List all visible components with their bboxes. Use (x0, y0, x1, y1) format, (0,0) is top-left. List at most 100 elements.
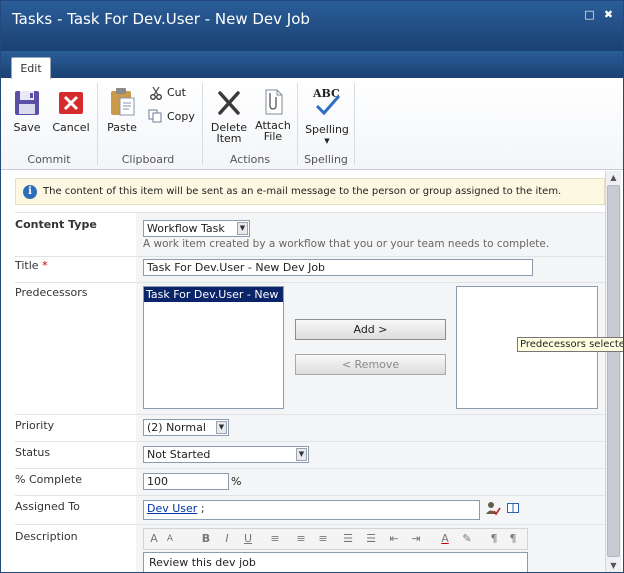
copy-icon (148, 109, 162, 123)
predecessors-available-list[interactable]: Task For Dev.User - New Dev Job (143, 286, 284, 409)
predecessors-tooltip: Predecessors selected values (517, 337, 623, 352)
attach-file-icon (265, 89, 283, 115)
align-left-icon[interactable]: ≡ (268, 532, 282, 546)
vertical-scrollbar[interactable]: ▲ ▼ (605, 171, 621, 572)
status-select[interactable]: Not Started ▼ (143, 446, 309, 463)
info-icon: i (23, 185, 37, 199)
row-divider (15, 468, 605, 469)
font-size-icon[interactable]: A (147, 532, 161, 546)
ribbon-tab-strip (1, 51, 623, 78)
chevron-down-icon: ▼ (296, 448, 307, 461)
row-divider (15, 256, 605, 257)
info-bar: i The content of this item will be sent … (15, 178, 605, 205)
assigned-separator: ; (197, 502, 205, 515)
numbered-list-icon[interactable]: ☰ (341, 532, 355, 546)
close-icon[interactable]: ✖ (602, 8, 615, 21)
remove-predecessor-button[interactable]: < Remove (295, 354, 446, 375)
assigned-user-link[interactable]: Dev User (147, 502, 197, 515)
indent-icon[interactable]: ⇥ (409, 532, 423, 546)
align-center-icon[interactable]: ≡ (294, 532, 308, 546)
content-type-select[interactable]: Workflow Task ▼ (143, 220, 250, 237)
tab-edit[interactable]: Edit (11, 57, 51, 80)
chevron-down-icon: ▼ (237, 222, 248, 235)
priority-select[interactable]: (2) Normal ▼ (143, 419, 229, 436)
row-divider (15, 495, 605, 496)
text-color-icon[interactable]: A (438, 532, 452, 546)
list-item[interactable]: Task For Dev.User - New Dev Job (144, 287, 283, 302)
scroll-up-icon[interactable]: ▲ (606, 171, 621, 185)
attach-file-button[interactable]: Attach File (253, 87, 293, 145)
cut-label: Cut (167, 86, 186, 99)
rtl-icon[interactable]: ¶ (506, 532, 520, 546)
title-label-text: Title (15, 259, 39, 272)
percent-unit: % (231, 475, 242, 488)
description-editor[interactable]: Review this dev job (143, 552, 528, 572)
priority-value: (2) Normal (147, 421, 206, 434)
row-divider (15, 282, 605, 283)
align-right-icon[interactable]: ≡ (316, 532, 330, 546)
copy-label: Copy (167, 110, 195, 123)
predecessors-label: Predecessors (15, 286, 88, 299)
scrollbar-thumb[interactable] (607, 185, 620, 557)
chevron-down-icon: ▼ (324, 137, 330, 145)
status-value: Not Started (147, 448, 211, 461)
content-type-description: A work item created by a workflow that y… (143, 238, 550, 250)
maximize-icon[interactable]: □ (583, 8, 596, 21)
status-label: Status (15, 446, 51, 459)
spelling-group-label: Spelling (304, 153, 348, 166)
save-icon (15, 91, 39, 115)
cancel-button[interactable]: Cancel (52, 89, 90, 139)
cancel-icon (59, 92, 83, 114)
scroll-down-icon[interactable]: ▼ (606, 560, 621, 572)
spelling-icon: ABC (311, 87, 343, 117)
highlight-icon[interactable]: ✎ (460, 532, 474, 546)
outdent-icon[interactable]: ⇤ (387, 532, 401, 546)
rich-text-toolbar: A A B I U ≡ ≡ ≡ ☰ ☰ ⇤ ⇥ A ✎ ¶ ¶ (143, 528, 528, 550)
row-divider (15, 441, 605, 442)
commit-group-label: Commit (27, 153, 71, 166)
underline-icon[interactable]: U (241, 532, 255, 546)
required-mark: * (42, 259, 48, 272)
row-divider (15, 212, 605, 213)
add-predecessor-button[interactable]: Add > (295, 319, 446, 340)
italic-icon[interactable]: I (220, 532, 234, 546)
group-divider (354, 83, 355, 165)
title-input[interactable]: Task For Dev.User - New Dev Job (143, 259, 533, 276)
save-button[interactable]: Save (9, 89, 45, 139)
priority-label: Priority (15, 419, 55, 432)
copy-button[interactable]: Copy (147, 109, 197, 125)
delete-label-line2: Item (216, 132, 242, 145)
bulleted-list-icon[interactable]: ☰ (364, 532, 378, 546)
delete-icon (218, 91, 240, 115)
font-size-small-icon[interactable]: A (163, 532, 177, 546)
paste-button[interactable]: Paste (104, 87, 140, 139)
scissors-icon (150, 86, 162, 100)
spelling-button[interactable]: ABC Spelling ▼ (303, 87, 351, 147)
content-type-label: Content Type (15, 218, 97, 231)
percent-complete-label: % Complete (15, 473, 82, 486)
cut-button[interactable]: Cut (147, 86, 193, 102)
save-label: Save (13, 121, 41, 134)
bold-icon[interactable]: B (199, 532, 213, 546)
dialog-title: Tasks - Task For Dev.User - New Dev Job (12, 10, 310, 28)
address-book-icon[interactable] (505, 500, 521, 516)
dialog-window: Tasks - Task For Dev.User - New Dev Job … (0, 0, 624, 573)
row-divider (15, 524, 605, 525)
spelling-label: Spelling (305, 123, 349, 136)
attach-label-line2: File (263, 130, 283, 143)
actions-group-label: Actions (229, 153, 271, 166)
checkmark-icon (315, 95, 341, 116)
assigned-to-label: Assigned To (15, 500, 80, 513)
info-message: The content of this item will be sent as… (43, 186, 562, 197)
assigned-to-people-picker[interactable]: Dev User ; (143, 500, 480, 520)
paste-label: Paste (107, 121, 137, 134)
delete-item-button[interactable]: Delete Item (208, 89, 250, 145)
paste-icon (111, 88, 135, 116)
title-bar: Tasks - Task For Dev.User - New Dev Job … (1, 1, 623, 51)
description-label: Description (15, 530, 78, 543)
row-divider (15, 414, 605, 415)
ltr-icon[interactable]: ¶ (487, 532, 501, 546)
check-names-icon[interactable] (485, 500, 501, 516)
chevron-down-icon: ▼ (216, 421, 227, 434)
percent-complete-input[interactable]: 100 (143, 473, 229, 490)
